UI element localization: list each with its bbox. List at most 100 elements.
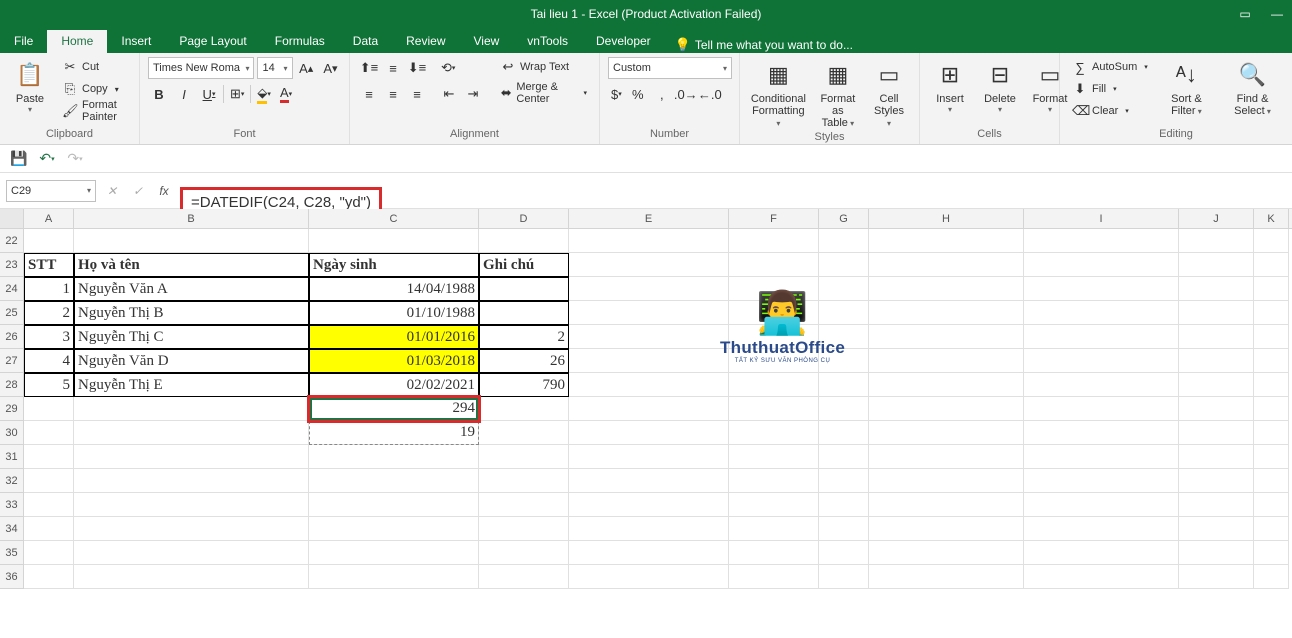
cell[interactable] — [1254, 517, 1289, 541]
row-header[interactable]: 24 — [0, 277, 24, 301]
cell[interactable] — [729, 253, 819, 277]
cell[interactable] — [479, 445, 569, 469]
cell[interactable] — [569, 421, 729, 445]
cell[interactable] — [729, 397, 819, 421]
cell[interactable]: 01/01/2016 — [309, 325, 479, 349]
cell[interactable] — [1024, 517, 1179, 541]
cell[interactable] — [74, 445, 309, 469]
row-header[interactable]: 26 — [0, 325, 24, 349]
cell[interactable] — [74, 397, 309, 421]
cell[interactable] — [74, 565, 309, 589]
cell[interactable] — [729, 517, 819, 541]
cell[interactable] — [1179, 373, 1254, 397]
cell[interactable] — [1254, 469, 1289, 493]
cell[interactable]: 294 — [309, 397, 479, 421]
row-header[interactable]: 29 — [0, 397, 24, 421]
cell[interactable] — [569, 373, 729, 397]
cell[interactable]: Ghi chú — [479, 253, 569, 277]
cell[interactable] — [1254, 541, 1289, 565]
cell[interactable] — [309, 445, 479, 469]
redo-icon[interactable]: ↷▾ — [64, 148, 86, 170]
cell[interactable] — [479, 301, 569, 325]
cell[interactable] — [1254, 493, 1289, 517]
fill-button[interactable]: ⬇Fill▾ — [1068, 79, 1152, 99]
cell[interactable] — [479, 517, 569, 541]
cell[interactable] — [24, 565, 74, 589]
row-header[interactable]: 36 — [0, 565, 24, 589]
cell[interactable] — [1179, 517, 1254, 541]
tab-home[interactable]: Home — [47, 30, 107, 53]
tab-data[interactable]: Data — [339, 30, 392, 53]
italic-button[interactable]: I — [173, 83, 195, 105]
cell[interactable]: 3 — [24, 325, 74, 349]
col-header-f[interactable]: F — [729, 209, 819, 228]
row-header[interactable]: 31 — [0, 445, 24, 469]
cell[interactable] — [869, 325, 1024, 349]
cell[interactable] — [1024, 397, 1179, 421]
cell[interactable]: Họ và tên — [74, 253, 309, 277]
cell[interactable]: 1 — [24, 277, 74, 301]
paste-button[interactable]: 📋 Paste ▾ — [8, 57, 52, 116]
cell[interactable] — [569, 445, 729, 469]
cell[interactable] — [1024, 469, 1179, 493]
cell[interactable] — [479, 397, 569, 421]
cell[interactable] — [309, 517, 479, 541]
cell[interactable] — [479, 493, 569, 517]
cell[interactable] — [819, 421, 869, 445]
row-header[interactable]: 30 — [0, 421, 24, 445]
sort-filter-button[interactable]: ᴬ↓Sort & Filter ▾ — [1158, 57, 1215, 119]
indent-increase-icon[interactable]: ⇥ — [462, 83, 484, 105]
cell[interactable] — [24, 445, 74, 469]
cell[interactable] — [569, 541, 729, 565]
cell[interactable]: 19 — [309, 421, 479, 445]
cell[interactable]: Nguyễn Văn A — [74, 277, 309, 301]
cell[interactable] — [1254, 445, 1289, 469]
cell[interactable] — [1179, 493, 1254, 517]
col-header-d[interactable]: D — [479, 209, 569, 228]
decrease-font-icon[interactable]: A▾ — [320, 57, 341, 79]
save-icon[interactable]: 💾 — [8, 148, 30, 170]
cut-button[interactable]: ✂Cut — [58, 57, 131, 77]
cell[interactable] — [1179, 469, 1254, 493]
cell[interactable] — [1254, 349, 1289, 373]
cell[interactable] — [569, 565, 729, 589]
cell[interactable] — [869, 301, 1024, 325]
cell[interactable] — [569, 277, 729, 301]
cell[interactable] — [24, 397, 74, 421]
align-top-icon[interactable]: ⬆≡ — [358, 57, 380, 79]
cell[interactable] — [569, 517, 729, 541]
cell[interactable] — [479, 229, 569, 253]
cell[interactable] — [1179, 325, 1254, 349]
tab-review[interactable]: Review — [392, 30, 459, 53]
row-header[interactable]: 27 — [0, 349, 24, 373]
row-header[interactable]: 33 — [0, 493, 24, 517]
spreadsheet-grid[interactable]: A B C D E F G H I J K 2223STTHọ và tênNg… — [0, 209, 1292, 589]
font-size-dropdown[interactable]: 14▾ — [257, 57, 292, 79]
cell[interactable] — [24, 517, 74, 541]
tell-me[interactable]: 💡 Tell me what you want to do... — [665, 37, 853, 53]
cell[interactable]: 790 — [479, 373, 569, 397]
cell[interactable]: 2 — [479, 325, 569, 349]
tab-developer[interactable]: Developer — [582, 30, 665, 53]
cell[interactable] — [1254, 421, 1289, 445]
cell[interactable] — [869, 565, 1024, 589]
tab-formulas[interactable]: Formulas — [261, 30, 339, 53]
cell[interactable] — [869, 493, 1024, 517]
accounting-format-icon[interactable]: $▾ — [608, 83, 625, 105]
cell[interactable]: 01/03/2018 — [309, 349, 479, 373]
cell[interactable] — [1254, 301, 1289, 325]
cell[interactable] — [729, 373, 819, 397]
cell[interactable] — [569, 349, 729, 373]
cell[interactable] — [1254, 253, 1289, 277]
select-all-button[interactable] — [0, 209, 24, 228]
cell[interactable] — [74, 517, 309, 541]
row-header[interactable]: 25 — [0, 301, 24, 325]
cell[interactable] — [309, 229, 479, 253]
cell[interactable] — [309, 493, 479, 517]
delete-button[interactable]: ⊟Delete▾ — [978, 57, 1022, 116]
cell[interactable] — [1179, 565, 1254, 589]
cell[interactable] — [1254, 229, 1289, 253]
comma-format-icon[interactable]: , — [651, 83, 673, 105]
cell[interactable]: 5 — [24, 373, 74, 397]
cell[interactable] — [1024, 445, 1179, 469]
